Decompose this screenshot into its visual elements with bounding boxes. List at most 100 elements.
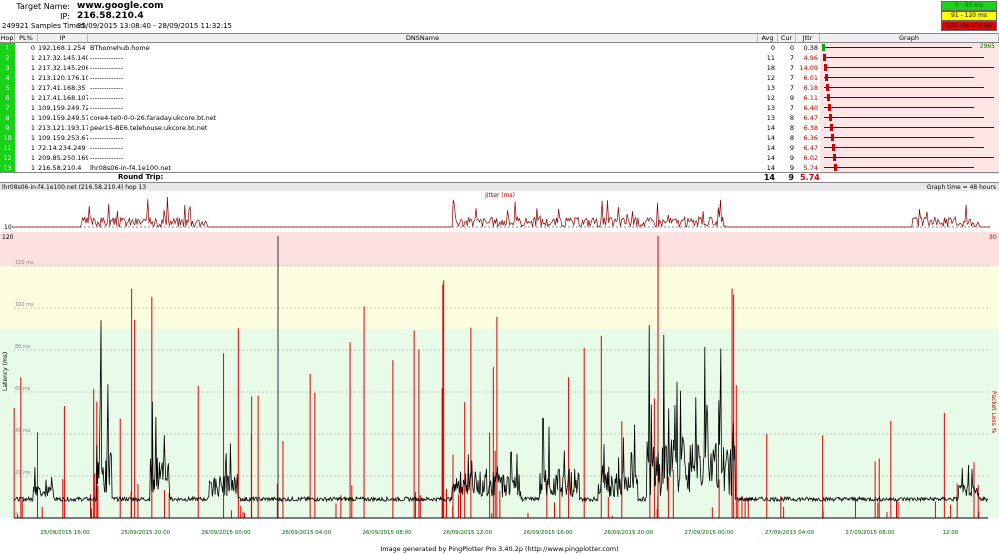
hop-avg: 12 [766,94,775,102]
x-tick-label: 26/09/2015 12:00 [443,530,493,536]
hop-latency-marker [823,54,826,61]
hop-jttr: 14.09 [799,64,818,72]
hop-pl: 1 [30,84,35,92]
hop-number: 11 [0,143,15,153]
y-tick-label: 120 ms [15,260,34,266]
x-tick-label: 26/09/2015 08:00 [362,530,412,536]
x-tick-label: 25/09/2015 16:00 [40,530,90,536]
hop-row[interactable]: 12 1 209.85.250.169 -------------- 14 9 6.02 [0,153,999,163]
hop-number: 7 [0,103,15,113]
hop-latency-marker [827,94,830,101]
hop-number: 9 [0,123,15,133]
hop-row[interactable]: 1 0 192.168.1.254 BThomehub.home 0 0 0.38 [0,43,999,53]
round-trip-avg: 14 [763,173,775,182]
y-tick-label: 20 ms [15,470,31,476]
hop-pl: 0 [30,44,35,52]
x-tick-label: 27/09/2015 00:00 [684,530,734,536]
hop-latency-marker [834,164,837,171]
col-hop[interactable]: Hop [0,34,15,43]
hop-row[interactable]: 3 1 217.32.145.206 -------------- 18 7 14.09 [0,63,999,73]
hop-latency-bar [824,167,974,168]
hop-avg: 13 [766,114,775,122]
hop-pl: 1 [30,144,35,152]
hop-jttr: 4.96 [803,54,818,62]
col-ip[interactable]: IP [38,34,88,43]
hop-latency-bar [824,67,994,68]
round-trip-label: Round Trip: [118,173,164,181]
hop-ip: 217.32.145.206 [38,64,88,72]
hop-ip: 109.159.249.72 [38,104,88,112]
hop-pl: 1 [30,114,35,122]
hop-ip: 217.41.168.107 [38,94,88,102]
hop-dnsname: BThomehub.home [90,44,150,52]
hop-row[interactable]: 8 1 109.159.249.57 core4-te0-0-0-26.faraday… [0,113,999,123]
hop-row[interactable]: 2 1 217.32.145.140 -------------- 11 7 4.96 [0,53,999,63]
hop-pl: 1 [30,154,35,162]
hop-cur: 9 [789,94,794,102]
hop-avg: 14 [766,154,775,162]
hop-avg: 13 [766,84,775,92]
hop-dnsname: -------------- [90,94,123,102]
hop-row[interactable]: 7 1 109.159.249.72 -------------- 13 7 6.40 [0,103,999,113]
hop-ip: 213.120.176.10 [38,74,88,82]
hop-latency-marker [831,134,834,141]
legend-yellow: 91 - 120 ms [941,11,997,21]
hop-cur: 9 [789,154,794,162]
jitter-title: Jitter (ms) [484,192,515,199]
hop-dnsname: -------------- [90,74,123,82]
hop-latency-marker [833,154,836,161]
hop-dnsname: -------------- [90,154,123,162]
hop-row[interactable]: 6 1 217.41.168.107 -------------- 12 9 6.11 [0,93,999,103]
col-dnsname[interactable]: DNSName [88,34,758,43]
hop-cur: 8 [789,114,794,122]
legend-red: 121 ms and up [941,21,997,31]
hop-latency-marker [830,124,833,131]
hop-avg: 14 [766,124,775,132]
ip-value: 216.58.210.4 [77,11,144,21]
y-tick-label: 100 ms [15,302,34,308]
hop-jttr: 6.36 [803,134,818,142]
hop-latency-bar [824,147,984,148]
hop-latency-marker [824,64,827,71]
col-jttr[interactable]: Jttr [796,34,820,43]
hop-jttr: 6.47 [803,144,818,152]
hop-row[interactable]: 5 1 217.41.168.35 -------------- 13 7 6.18 [0,83,999,93]
hop-pl: 1 [30,134,35,142]
hop-pl: 1 [30,94,35,102]
latency-zone [0,266,999,329]
hop-cur: 7 [789,84,794,92]
hop-latency-marker [826,84,829,91]
hop-pl: 1 [30,104,35,112]
hop-number: 5 [0,83,15,93]
hop-pl: 1 [30,74,35,82]
hop-ip: 217.32.145.140 [38,54,88,62]
latency-plot: 120 ms100 ms80 ms60 ms40 ms20 ms025/09/2… [0,236,999,536]
hop-latency-bar [824,77,974,78]
col-graph[interactable]: Graph [820,34,999,43]
hop-ip: 109.159.253.67 [38,134,88,142]
hop-number: 1 [0,43,15,53]
hop-row[interactable]: 10 1 109.159.253.67 -------------- 14 8 6.36 [0,133,999,143]
y-axis-label: Latency (ms) [2,352,9,391]
hop-jttr: 6.18 [803,84,818,92]
x-tick-label: 27/09/2015 08:00 [845,530,895,536]
x-tick-label: 26/09/2015 04:00 [282,530,332,536]
latency-chart[interactable]: Jitter (ms) 10 120 30 120 ms 100 ms 80 ms 6… [0,191,999,554]
hop-row[interactable]: 4 1 213.120.176.10 -------------- 12 7 6.01 [0,73,999,83]
col-pl[interactable]: PL% [15,34,38,43]
hop-row[interactable]: 9 1213.121.193.175peer15-BE6.telehouse.uk… [0,123,999,133]
hop-number: 8 [0,113,15,123]
hop-latency-bar [824,157,994,158]
hop-latency-marker [828,104,831,111]
hop-cur: 8 [789,134,794,142]
hop-jttr: 6.38 [803,124,818,132]
col-cur[interactable]: Cur [778,34,796,43]
hop-row[interactable]: 11 1 72.14.234.249 -------------- 14 9 6.47 [0,143,999,153]
hop-latency-marker [822,44,825,51]
hop-avg: 14 [766,144,775,152]
hop-jttr: 0.38 [803,44,818,52]
samples-value: 25/09/2015 13:08:40 - 28/09/2015 11:32:1… [77,22,232,30]
col-avg[interactable]: Avg [758,34,778,43]
footer-credit: Image generated by PingPlotter Pro 3.40.… [380,545,619,553]
hop-number: 4 [0,73,15,83]
